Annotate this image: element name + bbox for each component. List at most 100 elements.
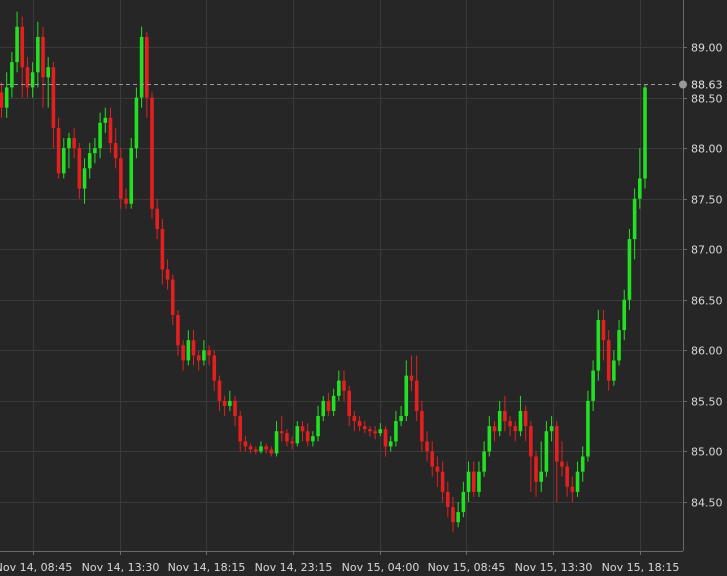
candle-body bbox=[617, 330, 621, 361]
candle-body bbox=[10, 62, 14, 88]
candle-body bbox=[300, 426, 305, 432]
candle-body bbox=[295, 426, 300, 444]
candle-body bbox=[150, 97, 154, 209]
candle-body bbox=[461, 491, 466, 513]
candle-body bbox=[383, 429, 388, 447]
y-tick-label: 86.00 bbox=[691, 345, 723, 358]
candle-body bbox=[560, 461, 564, 467]
x-tick-label: Nov 14, 13:30 bbox=[82, 561, 160, 574]
candle-body bbox=[591, 370, 595, 401]
candle-body bbox=[160, 229, 165, 270]
candle-body bbox=[46, 67, 51, 78]
y-tick-label: 85.00 bbox=[691, 446, 723, 459]
candle-body bbox=[41, 36, 45, 78]
candle-body bbox=[243, 441, 248, 447]
candle-body bbox=[477, 471, 481, 492]
candle-body bbox=[134, 97, 139, 149]
candle-body bbox=[601, 320, 606, 341]
candle bbox=[134, 87, 139, 159]
candle-body bbox=[357, 421, 362, 427]
candle-body bbox=[61, 148, 66, 174]
candle bbox=[139, 26, 144, 108]
candle-body bbox=[113, 143, 118, 159]
x-tick-label: Nov 15, 08:45 bbox=[428, 561, 506, 574]
candle-body bbox=[103, 117, 108, 123]
candle-body bbox=[321, 400, 326, 417]
candle-body bbox=[259, 446, 263, 452]
candle-body bbox=[0, 92, 4, 108]
candle-body bbox=[4, 87, 9, 108]
candle-body bbox=[534, 456, 538, 482]
candle-body bbox=[503, 411, 507, 422]
candle-body bbox=[279, 431, 284, 434]
candle-body bbox=[487, 426, 492, 452]
candle-body bbox=[67, 138, 71, 149]
candle-body bbox=[518, 411, 523, 432]
candle-body bbox=[606, 340, 611, 381]
candle-body bbox=[51, 67, 56, 128]
y-tick-label: 89.00 bbox=[691, 42, 723, 55]
plot-background bbox=[0, 0, 727, 576]
candle bbox=[627, 229, 632, 310]
candle-body bbox=[15, 26, 19, 63]
x-tick-label: Nov 14, 23:15 bbox=[255, 561, 333, 574]
candle-body bbox=[492, 426, 497, 432]
x-tick-label: Nov 15, 18:15 bbox=[602, 561, 680, 574]
x-tick-label: Nov 14, 18:15 bbox=[168, 561, 246, 574]
candle-body bbox=[181, 345, 185, 361]
x-tick-label: Nov 14, 08:45 bbox=[0, 561, 72, 574]
candle bbox=[129, 138, 134, 209]
candle-body bbox=[212, 355, 217, 381]
candle-body bbox=[186, 340, 191, 361]
candle-body bbox=[580, 456, 585, 472]
candle-body bbox=[228, 400, 232, 406]
candle-body bbox=[596, 320, 601, 371]
candle-body bbox=[404, 375, 409, 417]
candle bbox=[596, 309, 601, 381]
candle-body bbox=[430, 451, 435, 467]
candle-body bbox=[248, 446, 253, 450]
x-tick-label: Nov 15, 13:30 bbox=[515, 561, 593, 574]
candle-body bbox=[253, 449, 258, 452]
candle-body bbox=[554, 426, 559, 462]
candle-body bbox=[622, 299, 627, 331]
candle-body bbox=[119, 158, 123, 199]
x-tick-label: Nov 15, 04:00 bbox=[342, 561, 420, 574]
candle-body bbox=[523, 411, 528, 427]
candle bbox=[586, 390, 590, 462]
candle-body bbox=[565, 466, 569, 487]
y-tick-label: 88.50 bbox=[691, 93, 723, 106]
candle-body bbox=[202, 350, 206, 361]
candle-body bbox=[274, 431, 279, 454]
candle-body bbox=[508, 421, 512, 427]
candle-body bbox=[414, 380, 419, 411]
candle-body bbox=[544, 431, 549, 472]
candle-body bbox=[155, 208, 159, 229]
candle-body bbox=[331, 395, 336, 411]
candle-body bbox=[20, 26, 25, 68]
candle-body bbox=[420, 411, 424, 442]
candle-body bbox=[264, 446, 268, 450]
candle-body bbox=[425, 441, 429, 452]
candle-body bbox=[129, 148, 134, 204]
y-tick-label: 84.50 bbox=[691, 497, 723, 510]
candle-body bbox=[311, 436, 315, 442]
candle-body bbox=[451, 507, 455, 523]
candle-body bbox=[305, 431, 310, 442]
candle-body bbox=[98, 122, 102, 149]
candle-body bbox=[456, 512, 460, 523]
candle-body bbox=[342, 380, 346, 391]
candle-body bbox=[165, 269, 170, 280]
candle-body bbox=[93, 148, 97, 154]
candle-body bbox=[222, 400, 227, 406]
candle-body bbox=[30, 72, 35, 88]
y-tick-label: 86.50 bbox=[691, 295, 723, 308]
candle-body bbox=[36, 36, 40, 73]
candle-body bbox=[638, 178, 642, 199]
candle-body bbox=[170, 279, 175, 315]
candle-body bbox=[529, 426, 533, 457]
candle-body bbox=[285, 433, 289, 442]
candle-body bbox=[108, 117, 113, 144]
candle-body bbox=[87, 153, 92, 169]
candle-body bbox=[368, 429, 372, 432]
